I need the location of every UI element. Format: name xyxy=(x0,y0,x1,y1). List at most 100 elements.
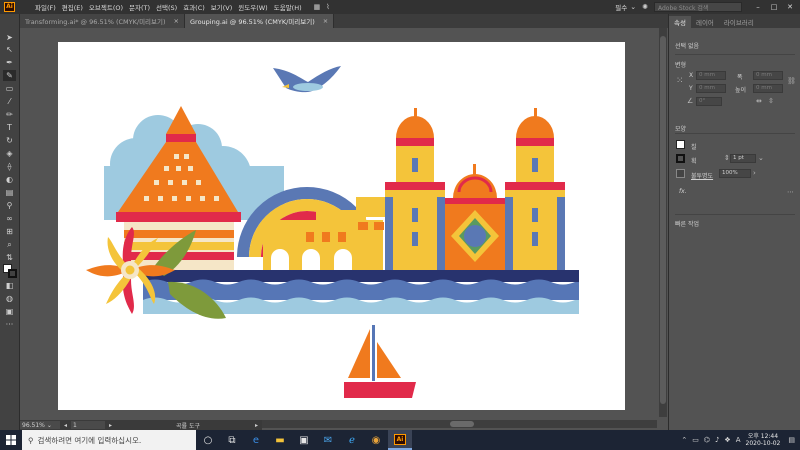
stroke-weight-field[interactable]: 1 pt xyxy=(730,154,756,163)
artboard-tool-icon[interactable]: ⊞ xyxy=(3,226,16,237)
menu-effect[interactable]: 효과(C) xyxy=(183,2,205,12)
fx-button[interactable]: fx. xyxy=(679,188,687,195)
more-tools-icon[interactable]: ··· xyxy=(3,319,16,330)
width-tool-icon[interactable]: ⟠ xyxy=(3,161,16,172)
battery-icon[interactable]: ▭ xyxy=(692,436,699,444)
blend-tool-icon[interactable]: ∞ xyxy=(3,213,16,224)
gradient-tool-icon[interactable]: ▤ xyxy=(3,187,16,198)
chevron-right-icon[interactable]: › xyxy=(753,169,756,177)
search-placeholder: 검색하려면 여기에 입력하십시오. xyxy=(37,435,142,445)
eyedropper-tool-icon[interactable]: ⚲ xyxy=(3,200,16,211)
stroke-color-swatch[interactable] xyxy=(676,154,685,163)
start-button[interactable] xyxy=(0,430,22,450)
clock[interactable]: 오후 12:44 2020-10-02 xyxy=(746,433,781,447)
ie-icon[interactable]: ℯ xyxy=(340,430,364,450)
opacity-field[interactable]: 100% xyxy=(719,169,751,178)
width-field[interactable]: 0 mm xyxy=(753,71,783,80)
arrange-icon[interactable]: ⌇ xyxy=(326,3,329,11)
more-options-icon[interactable]: ⋯ xyxy=(787,188,794,196)
link-proportions-icon[interactable]: ⛓ xyxy=(787,77,796,85)
rectangle-tool-icon[interactable]: ▭ xyxy=(3,83,16,94)
direct-selection-tool-icon[interactable]: ↖ xyxy=(3,44,16,55)
file-explorer-icon[interactable]: ▬ xyxy=(268,430,292,450)
swap-fill-stroke-icon[interactable]: ⇅ xyxy=(3,252,16,263)
status-menu-icon[interactable]: ▸ xyxy=(255,422,258,429)
mail-icon[interactable]: ✉ xyxy=(316,430,340,450)
flip-vertical-icon[interactable]: ⇳ xyxy=(768,97,774,105)
taskbar-search-input[interactable]: ⚲ 검색하려면 여기에 입력하십시오. xyxy=(22,430,196,450)
chevron-down-icon[interactable]: ⌄ xyxy=(758,154,764,162)
status-bar: 96.51% ⌄ ◂ 1 ▸ 곡률 도구 ▸ xyxy=(20,420,262,430)
tab-properties[interactable]: 속성 xyxy=(669,16,691,28)
rotate-tool-icon[interactable]: ↻ xyxy=(3,135,16,146)
stock-search-input[interactable]: Adobe Stock 검색 xyxy=(654,2,742,12)
artboard[interactable] xyxy=(58,42,625,410)
workspace-switcher[interactable]: 필수 xyxy=(615,2,627,12)
close-window-button[interactable]: ✕ xyxy=(784,3,796,11)
ime-indicator[interactable]: A xyxy=(736,436,741,444)
selection-tool-icon[interactable]: ➤ xyxy=(3,32,16,43)
tab-grouping[interactable]: Grouping.ai @ 96.51% (CMYK/미리보기) × xyxy=(185,14,335,28)
zoom-tool-icon[interactable]: ⌕ xyxy=(3,239,16,250)
dropbox-icon[interactable]: ❖ xyxy=(724,436,730,444)
artboard-number-field[interactable]: 1 xyxy=(71,421,106,429)
y-field[interactable]: 0 mm xyxy=(696,84,726,93)
vertical-scroll-thumb[interactable] xyxy=(660,36,666,404)
curvature-tool-icon[interactable]: ✎ xyxy=(3,70,16,81)
cortana-icon[interactable]: ○ xyxy=(196,430,220,450)
menu-object[interactable]: 오브젝트(O) xyxy=(89,2,123,12)
store-icon[interactable]: ▣ xyxy=(292,430,316,450)
artboard-number: 1 xyxy=(73,421,77,429)
horizontal-scroll-thumb[interactable] xyxy=(450,421,474,427)
chevron-up-icon[interactable]: ⌃ xyxy=(681,436,687,444)
fill-color-swatch[interactable] xyxy=(676,140,685,149)
reference-point-icon[interactable]: ⁙ xyxy=(676,76,684,86)
menu-edit[interactable]: 편집(E) xyxy=(62,2,83,12)
flip-horizontal-icon[interactable]: ⇹ xyxy=(756,97,762,105)
eraser-tool-icon[interactable]: ◈ xyxy=(3,148,16,159)
shape-builder-tool-icon[interactable]: ◐ xyxy=(3,174,16,185)
menu-select[interactable]: 선택(S) xyxy=(156,2,177,12)
menu-window[interactable]: 윈도우(W) xyxy=(238,2,267,12)
vertical-scrollbar[interactable] xyxy=(659,28,667,417)
menu-type[interactable]: 문자(T) xyxy=(129,2,150,12)
task-view-icon[interactable]: ⧉ xyxy=(220,430,244,450)
menu-view[interactable]: 보기(V) xyxy=(211,2,232,12)
notification-icon[interactable]: ▤ xyxy=(788,436,795,444)
pen-tool-icon[interactable]: ✒ xyxy=(3,57,16,68)
draw-mode-icon[interactable]: ◍ xyxy=(3,293,16,304)
prev-artboard-icon[interactable]: ◂ xyxy=(64,422,67,429)
close-icon[interactable]: × xyxy=(323,17,328,25)
lightbulb-icon[interactable]: ✺ xyxy=(642,3,648,11)
tab-transforming[interactable]: Transforming.ai* @ 96.51% (CMYK/미리보기) × xyxy=(20,14,185,28)
height-field[interactable]: 0 mm xyxy=(753,84,783,93)
zoom-level[interactable]: 96.51% ⌄ xyxy=(20,421,60,429)
edge-icon[interactable]: e xyxy=(244,430,268,450)
angle-field[interactable]: 0° xyxy=(696,97,722,106)
tab-libraries[interactable]: 라이브러리 xyxy=(719,16,759,28)
opacity-label[interactable]: 불투명도 xyxy=(691,171,713,180)
stroke-swatch[interactable] xyxy=(8,269,17,278)
menu-file[interactable]: 파일(F) xyxy=(35,2,56,12)
paintbrush-tool-icon[interactable]: ⁄ xyxy=(3,96,16,107)
chevron-down-icon[interactable]: ⌄ xyxy=(630,3,636,11)
x-field[interactable]: 0 mm xyxy=(696,71,726,80)
tab-layers[interactable]: 레이어 xyxy=(691,16,719,28)
chrome-icon[interactable]: ◉ xyxy=(364,430,388,450)
pencil-tool-icon[interactable]: ✏ xyxy=(3,109,16,120)
maximize-button[interactable]: □ xyxy=(768,3,780,11)
menu-help[interactable]: 도움말(H) xyxy=(274,2,302,12)
city-illustration[interactable] xyxy=(58,42,625,410)
close-icon[interactable]: × xyxy=(174,17,179,25)
type-tool-icon[interactable]: T xyxy=(3,122,16,133)
stroke-stepper-icon[interactable]: ⇕ xyxy=(724,154,730,162)
volume-icon[interactable]: ♪ xyxy=(715,436,719,444)
network-icon[interactable]: ⌬ xyxy=(704,436,710,444)
color-mode-icon[interactable]: ◧ xyxy=(3,280,16,291)
screen-mode-icon[interactable]: ▣ xyxy=(3,306,16,317)
workspace-grid-icon[interactable]: ▦ xyxy=(314,3,321,11)
horizontal-scrollbar[interactable] xyxy=(262,420,657,428)
illustrator-icon[interactable]: Ai xyxy=(388,430,412,450)
minimize-button[interactable]: – xyxy=(752,3,764,11)
next-artboard-icon[interactable]: ▸ xyxy=(109,422,112,429)
